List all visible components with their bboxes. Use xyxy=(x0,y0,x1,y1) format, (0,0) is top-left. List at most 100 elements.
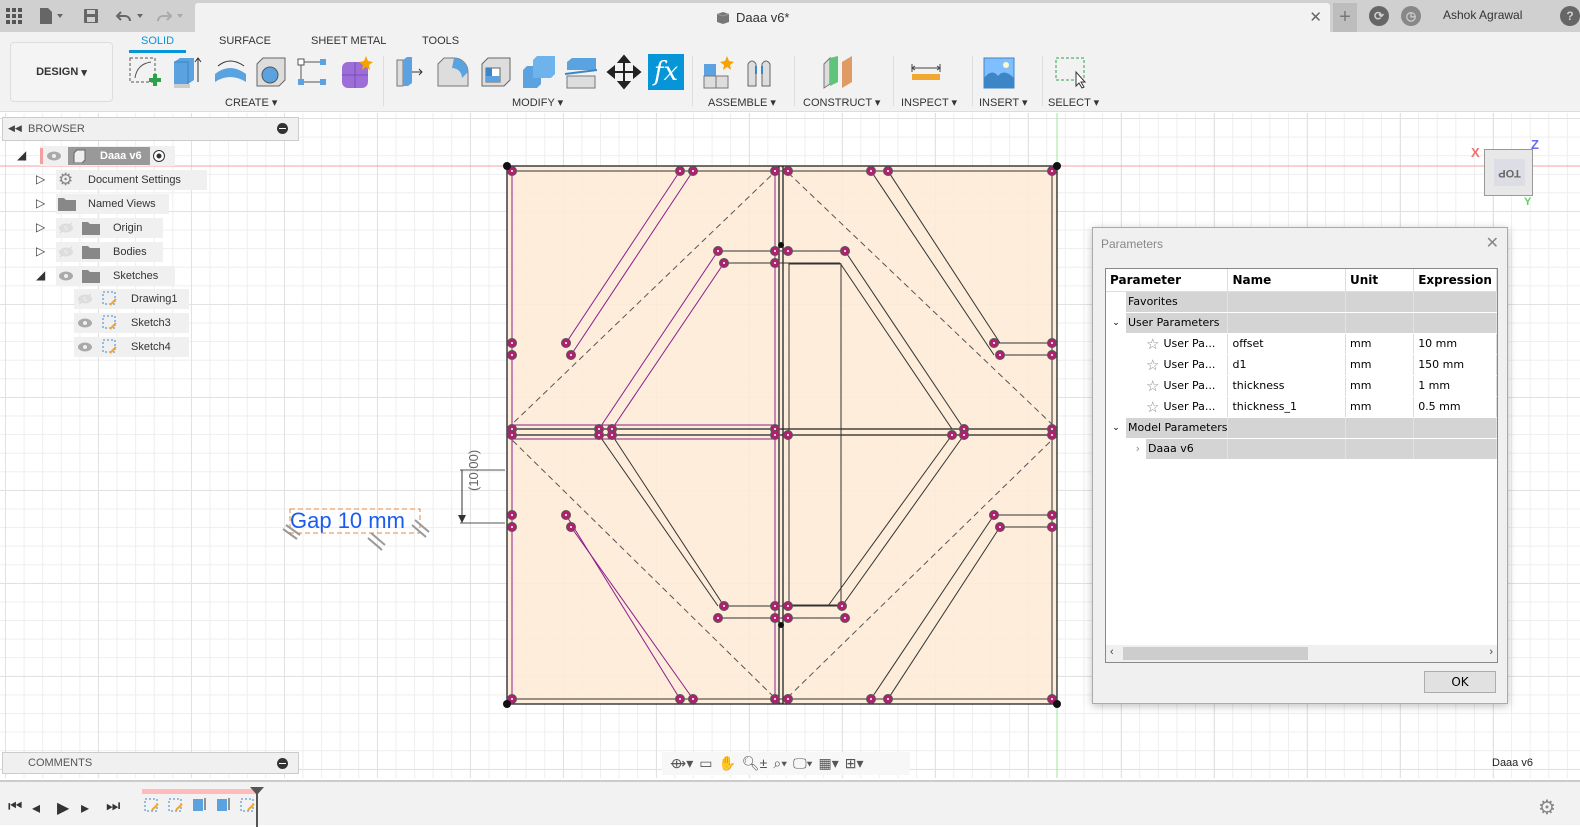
pattern-icon[interactable] xyxy=(295,54,331,90)
parameter-expression[interactable]: 1 mm xyxy=(1413,375,1497,397)
ok-button[interactable]: OK xyxy=(1424,671,1496,693)
move-copy-icon[interactable] xyxy=(606,54,642,90)
timeline-settings-gear-icon[interactable]: ⚙ xyxy=(1538,795,1556,820)
browser-sketch-drawing1[interactable]: Drawing1 xyxy=(0,289,200,309)
favorite-star-icon[interactable]: ☆ xyxy=(1146,398,1159,416)
column-expression[interactable]: Expression xyxy=(1413,269,1497,292)
column-unit[interactable]: Unit xyxy=(1345,269,1415,292)
create-group-label[interactable]: CREATE ▾ xyxy=(225,96,277,109)
visibility-eye-icon[interactable] xyxy=(77,317,93,329)
hidden-eye-icon[interactable] xyxy=(58,246,74,258)
look-at-icon[interactable]: ▭ xyxy=(699,755,712,772)
new-tab-button[interactable]: + xyxy=(1333,3,1357,32)
favorite-star-icon[interactable]: ☆ xyxy=(1146,377,1159,395)
undo-icon[interactable] xyxy=(116,0,148,32)
measure-icon[interactable] xyxy=(909,54,945,90)
viewcube-top-face[interactable]: TOP xyxy=(1494,159,1525,186)
insert-image-icon[interactable] xyxy=(982,54,1018,90)
window-select-icon[interactable] xyxy=(1052,54,1088,90)
browser-item-bodies[interactable]: ▷ Bodies xyxy=(0,242,200,262)
expand-triangle-icon[interactable]: ▷ xyxy=(36,172,45,186)
timeline-features[interactable] xyxy=(142,794,267,824)
hidden-eye-icon[interactable] xyxy=(58,222,74,234)
grid-settings-icon[interactable]: ▦▾ xyxy=(819,755,839,772)
insert-group-label[interactable]: INSERT ▾ xyxy=(979,96,1028,109)
zoom-icon[interactable]: 🔍︎± xyxy=(742,755,767,772)
viewports-icon[interactable]: ⊞▾ xyxy=(845,755,864,772)
visibility-eye-icon[interactable] xyxy=(46,150,62,162)
collapse-triangle-icon[interactable]: ◢ xyxy=(17,148,26,162)
joint-icon[interactable] xyxy=(744,54,780,90)
collapse-panel-icon[interactable]: ◀◀ xyxy=(8,123,22,134)
go-to-end-icon[interactable]: ⏭ xyxy=(106,798,120,816)
parameter-expression[interactable]: 150 mm xyxy=(1413,354,1497,376)
horizontal-scrollbar[interactable]: ‹ › xyxy=(1106,645,1497,662)
favorite-star-icon[interactable]: ☆ xyxy=(1146,335,1159,353)
fillet-icon[interactable] xyxy=(435,54,471,90)
browser-sketch-sketch3[interactable]: Sketch3 xyxy=(0,313,200,333)
add-comment-icon[interactable] xyxy=(277,758,288,769)
app-grid-icon[interactable] xyxy=(6,0,22,32)
group-model-parameters[interactable]: ⌄ Model Parameters xyxy=(1106,417,1497,439)
job-status-clock-icon[interactable]: ◷ xyxy=(1401,6,1421,26)
workspace-switcher[interactable]: DESIGN ▾ xyxy=(10,42,113,102)
expand-triangle-icon[interactable]: ▷ xyxy=(36,244,45,258)
new-component-icon[interactable] xyxy=(701,54,737,90)
change-parameters-fx-icon[interactable]: fx xyxy=(648,54,684,90)
group-favorites[interactable]: Favorites xyxy=(1106,291,1497,313)
parameter-name[interactable]: offset xyxy=(1227,333,1346,355)
scrollbar-thumb[interactable] xyxy=(1123,647,1308,660)
hidden-eye-icon[interactable] xyxy=(77,293,93,305)
tab-tools[interactable]: TOOLS xyxy=(422,35,459,47)
parameter-name[interactable]: d1 xyxy=(1227,354,1346,376)
extrude-icon[interactable] xyxy=(170,54,206,90)
offset-plane-icon[interactable] xyxy=(820,54,856,90)
shell-icon[interactable] xyxy=(478,54,514,90)
go-to-start-icon[interactable]: ⏮ xyxy=(8,798,22,816)
file-menu-icon[interactable] xyxy=(40,0,66,32)
activate-radio-icon[interactable] xyxy=(152,149,166,163)
tab-sheet-metal[interactable]: SHEET METAL xyxy=(311,35,386,47)
extensions-icon[interactable]: ⟳ xyxy=(1369,6,1389,26)
visibility-eye-icon[interactable] xyxy=(77,341,93,353)
hole-icon[interactable] xyxy=(253,54,289,90)
revolve-icon[interactable] xyxy=(212,54,248,90)
chevron-right-icon[interactable]: › xyxy=(1106,438,1146,458)
browser-item-named-views[interactable]: ▷ Named Views xyxy=(0,194,200,214)
play-icon[interactable]: ▶ xyxy=(57,798,69,818)
parameter-name[interactable]: thickness_1 xyxy=(1227,396,1346,418)
step-forward-icon[interactable]: ▸ xyxy=(81,798,89,818)
user-name[interactable]: Ashok Agrawal xyxy=(1443,8,1522,22)
gap-annotation-text[interactable]: Gap 10 mm xyxy=(290,508,405,533)
create-form-icon[interactable] xyxy=(338,54,374,90)
parameter-row[interactable]: ☆ User Pa... thickness mm 1 mm xyxy=(1106,375,1497,397)
parameter-name[interactable]: thickness xyxy=(1227,375,1346,397)
expand-triangle-icon[interactable]: ▷ xyxy=(36,220,45,234)
tab-solid[interactable]: SOLID xyxy=(128,35,187,53)
browser-item-sketches[interactable]: ◢ Sketches xyxy=(0,266,200,286)
chevron-down-icon[interactable]: ⌄ xyxy=(1106,312,1126,332)
column-name[interactable]: Name xyxy=(1227,269,1346,292)
split-body-icon[interactable] xyxy=(563,54,599,90)
parameter-row[interactable]: ☆ User Pa... offset mm 10 mm xyxy=(1106,333,1497,355)
model-component-row[interactable]: › Daaa v6 xyxy=(1106,438,1497,460)
scroll-right-icon[interactable]: › xyxy=(1489,646,1493,658)
close-tab-icon[interactable]: ✕ xyxy=(1309,8,1322,26)
pan-hand-icon[interactable]: ✋ xyxy=(718,755,735,772)
parameter-row[interactable]: ☆ User Pa... d1 mm 150 mm xyxy=(1106,354,1497,376)
modify-group-label[interactable]: MODIFY ▾ xyxy=(512,96,563,109)
inspect-group-label[interactable]: INSPECT ▾ xyxy=(901,96,957,109)
chevron-down-icon[interactable]: ⌄ xyxy=(1106,417,1126,437)
save-icon[interactable] xyxy=(84,0,98,32)
display-settings-icon[interactable]: 🖵▾ xyxy=(793,755,812,772)
dialog-close-icon[interactable]: ✕ xyxy=(1486,233,1499,253)
select-group-label[interactable]: SELECT ▾ xyxy=(1048,96,1099,109)
orbit-icon[interactable]: ⟴▾ xyxy=(670,755,693,772)
view-cube[interactable]: TOP xyxy=(1484,149,1533,196)
scroll-left-icon[interactable]: ‹ xyxy=(1110,646,1114,658)
step-back-icon[interactable]: ◂ xyxy=(32,798,40,818)
create-sketch-icon[interactable] xyxy=(127,54,163,90)
parameter-expression[interactable]: 0.5 mm xyxy=(1413,396,1497,418)
assemble-group-label[interactable]: ASSEMBLE ▾ xyxy=(708,96,776,109)
parameter-row[interactable]: ☆ User Pa... thickness_1 mm 0.5 mm xyxy=(1106,396,1497,418)
